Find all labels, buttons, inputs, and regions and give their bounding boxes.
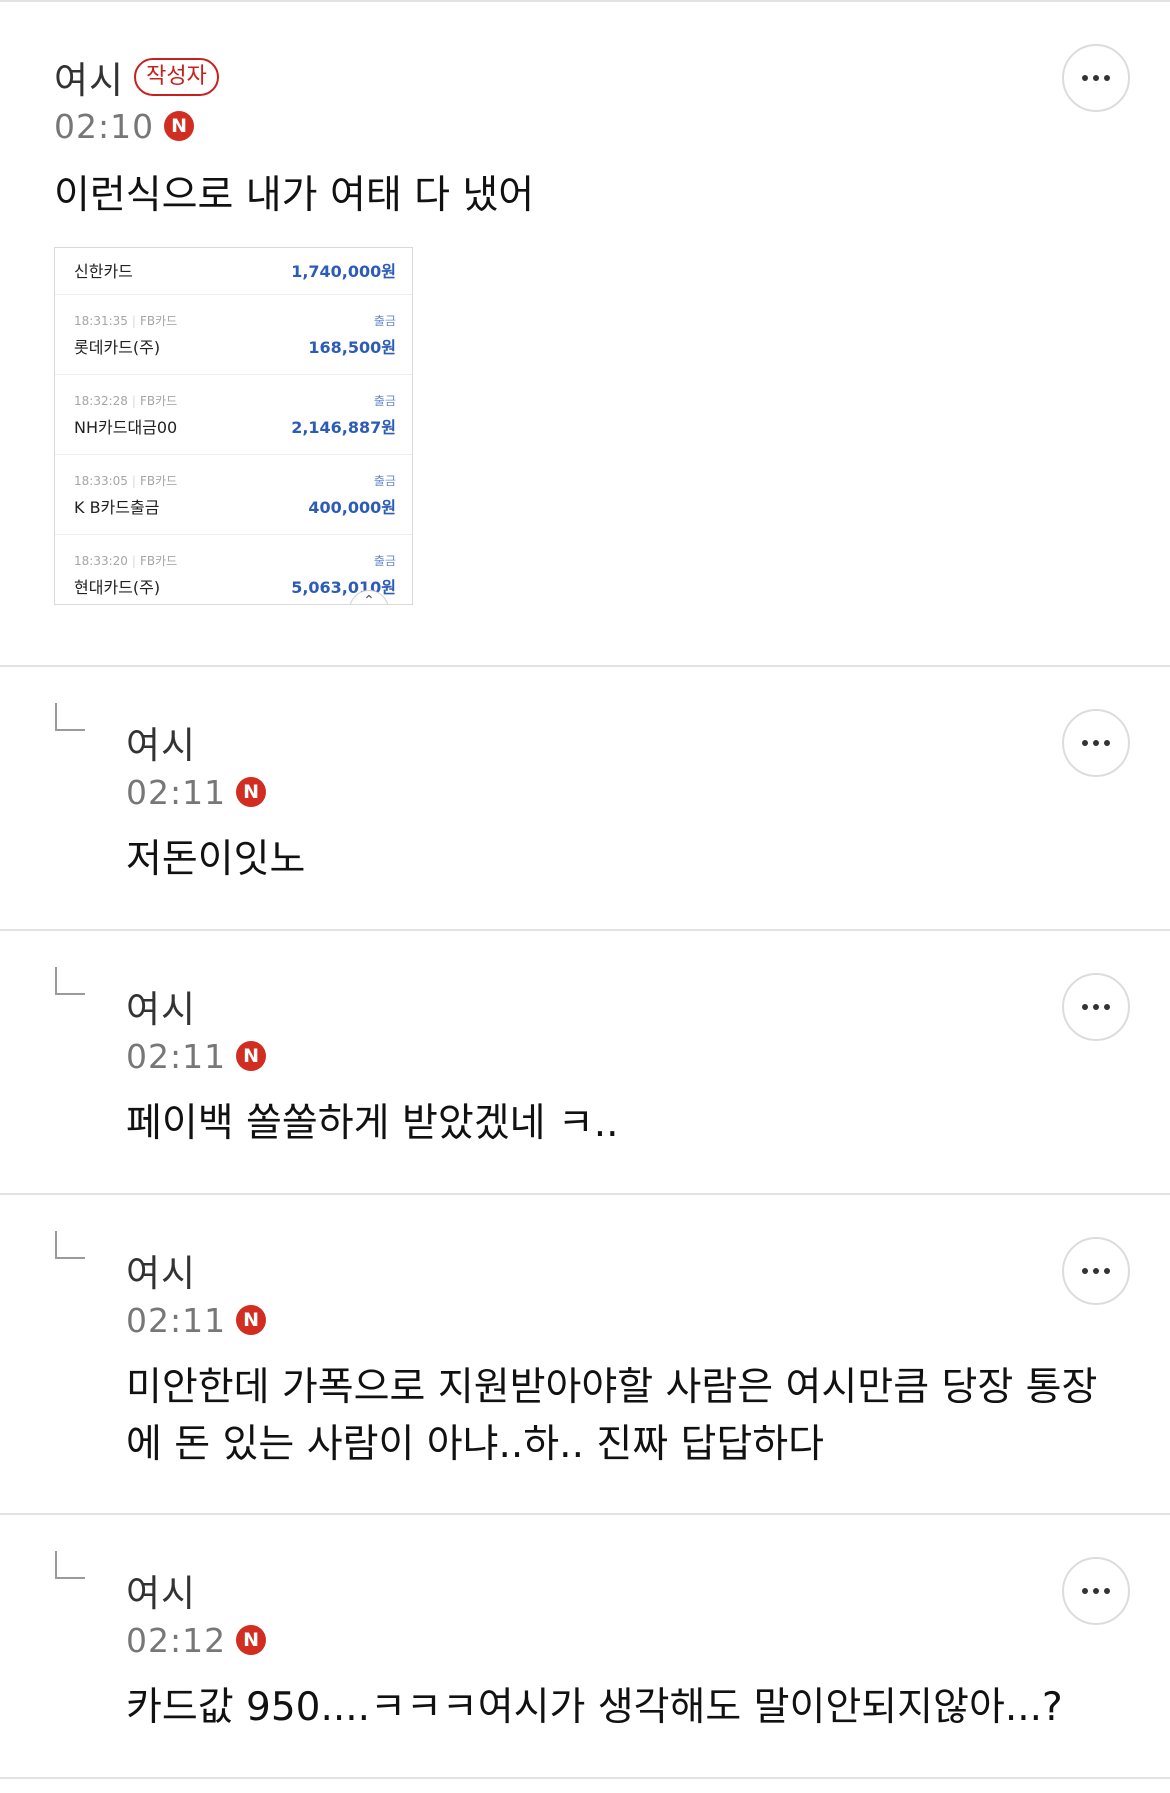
comment-text: 저돈이잇노 (126, 837, 306, 882)
comment-time: 02:11 (126, 772, 227, 812)
reply-comment: 여시 02:11 N 저돈이잇노 (0, 667, 1170, 931)
author-name[interactable]: 여시 (126, 1563, 196, 1617)
account-amount: 1,740,000원 (291, 262, 396, 281)
comment-text: 미안한데 가폭으로 지원받아야할 사람은 여시만큼 당장 통장 에 돈 있는 사… (126, 1365, 1098, 1467)
comment-text: 페이백 쏠쏠하게 받았겠네 ㅋ.. (126, 1101, 619, 1146)
more-options-button[interactable] (1062, 1557, 1130, 1625)
transaction-category: FB카드 (139, 474, 178, 488)
transaction-amount: 2,146,887원 (291, 418, 396, 437)
author-name[interactable]: 여시 (126, 1243, 196, 1297)
transaction-category: FB카드 (139, 554, 178, 568)
transaction-row: 18:32:28 | FB카드 NH카드대금00 출금 2,146,887원 (55, 374, 412, 455)
more-options-button[interactable] (1062, 44, 1130, 112)
author-name[interactable]: 여시 (126, 715, 196, 769)
meta-separator: | (131, 394, 136, 408)
author-row: 여시 (126, 719, 196, 767)
transaction-category: FB카드 (139, 314, 178, 328)
comment-text: 이런식으로 내가 여태 다 냈어 (54, 173, 535, 218)
transaction-type: 출금 (373, 394, 396, 408)
author-name[interactable]: 여시 (54, 50, 124, 104)
time-row: 02:11 N (126, 772, 267, 812)
account-name: 신한카드 (74, 262, 133, 281)
new-badge: N (236, 1041, 267, 1071)
reply-arrow-icon (55, 1551, 85, 1579)
comment-time: 02:10 (54, 106, 155, 146)
comment-time: 02:11 (126, 1300, 227, 1340)
comment-time: 02:12 (126, 1620, 227, 1660)
reply-arrow-icon (55, 967, 85, 995)
more-horizontal-icon (1082, 75, 1110, 81)
author-name[interactable]: 여시 (126, 979, 196, 1033)
attachment-header: 신한카드 1,740,000원 (55, 248, 412, 295)
comment-main: 여시 작성자 02:10 N 이런식으로 내가 여태 다 냈어 신한카드 1,7… (0, 0, 1170, 667)
transaction-row: 18:31:35 | FB카드 롯데카드(주) 출금 168,500원 (55, 294, 412, 375)
new-badge: N (164, 111, 195, 141)
attached-image[interactable]: 신한카드 1,740,000원 18:31:35 | FB카드 롯데카드(주) 출금… (54, 247, 413, 605)
new-badge: N (236, 777, 267, 807)
writer-badge: 작성자 (134, 58, 219, 96)
author-row: 여시 (126, 1567, 196, 1615)
time-row: 02:11 N (126, 1300, 267, 1340)
transaction-meta: 18:33:05 | FB카드 (74, 472, 177, 489)
transaction-time: 18:33:05 (74, 474, 128, 488)
reply-arrow-icon (55, 703, 85, 731)
transaction-amount: 168,500원 (308, 338, 396, 357)
transaction-type: 출금 (373, 474, 396, 488)
more-options-button[interactable] (1062, 709, 1130, 777)
new-badge: N (236, 1305, 267, 1335)
transaction-type: 출금 (373, 314, 396, 328)
time-row: 02:12 N (126, 1620, 267, 1660)
transaction-merchant: K B카드출금 (74, 498, 160, 517)
transaction-meta: 18:31:35 | FB카드 (74, 312, 177, 329)
transaction-meta: 18:33:20 | FB카드 (74, 552, 177, 569)
transaction-merchant: 현대카드(주) (74, 578, 161, 597)
transaction-meta: 18:32:28 | FB카드 (74, 392, 177, 409)
reply-arrow-icon (55, 1231, 85, 1259)
transaction-time: 18:33:20 (74, 554, 128, 568)
new-badge: N (236, 1625, 267, 1655)
comment-text: 카드값 950....ㅋㅋㅋ여시가 생각해도 말이안되지않아...? (126, 1685, 1063, 1730)
transaction-merchant: 롯데카드(주) (74, 338, 161, 357)
more-horizontal-icon (1082, 1268, 1110, 1274)
transaction-row: 18:33:05 | FB카드 K B카드출금 출금 400,000원 (55, 454, 412, 535)
more-horizontal-icon (1082, 1588, 1110, 1594)
reply-comment: 여시 02:11 N 미안한데 가폭으로 지원받아야할 사람은 여시만큼 당장 … (0, 1195, 1170, 1515)
author-row: 여시 작성자 (54, 54, 219, 102)
transaction-time: 18:32:28 (74, 394, 128, 408)
transaction-amount: 400,000원 (308, 498, 396, 517)
transaction-merchant: NH카드대금00 (74, 418, 178, 437)
meta-separator: | (131, 554, 136, 568)
transaction-time: 18:31:35 (74, 314, 128, 328)
author-row: 여시 (126, 1247, 196, 1295)
meta-separator: | (131, 474, 136, 488)
comment-time: 02:11 (126, 1036, 227, 1076)
reply-comment: 여시 02:11 N 페이백 쏠쏠하게 받았겠네 ㅋ.. (0, 931, 1170, 1195)
more-horizontal-icon (1082, 1004, 1110, 1010)
more-options-button[interactable] (1062, 973, 1130, 1041)
time-row: 02:10 N (54, 106, 195, 146)
more-horizontal-icon (1082, 740, 1110, 746)
author-row: 여시 (126, 983, 196, 1031)
meta-separator: | (131, 314, 136, 328)
reply-comment: 여시 02:12 N 카드값 950....ㅋㅋㅋ여시가 생각해도 말이안되지않… (0, 1515, 1170, 1779)
time-row: 02:11 N (126, 1036, 267, 1076)
more-options-button[interactable] (1062, 1237, 1130, 1305)
transaction-category: FB카드 (139, 394, 178, 408)
transaction-type: 출금 (373, 554, 396, 568)
